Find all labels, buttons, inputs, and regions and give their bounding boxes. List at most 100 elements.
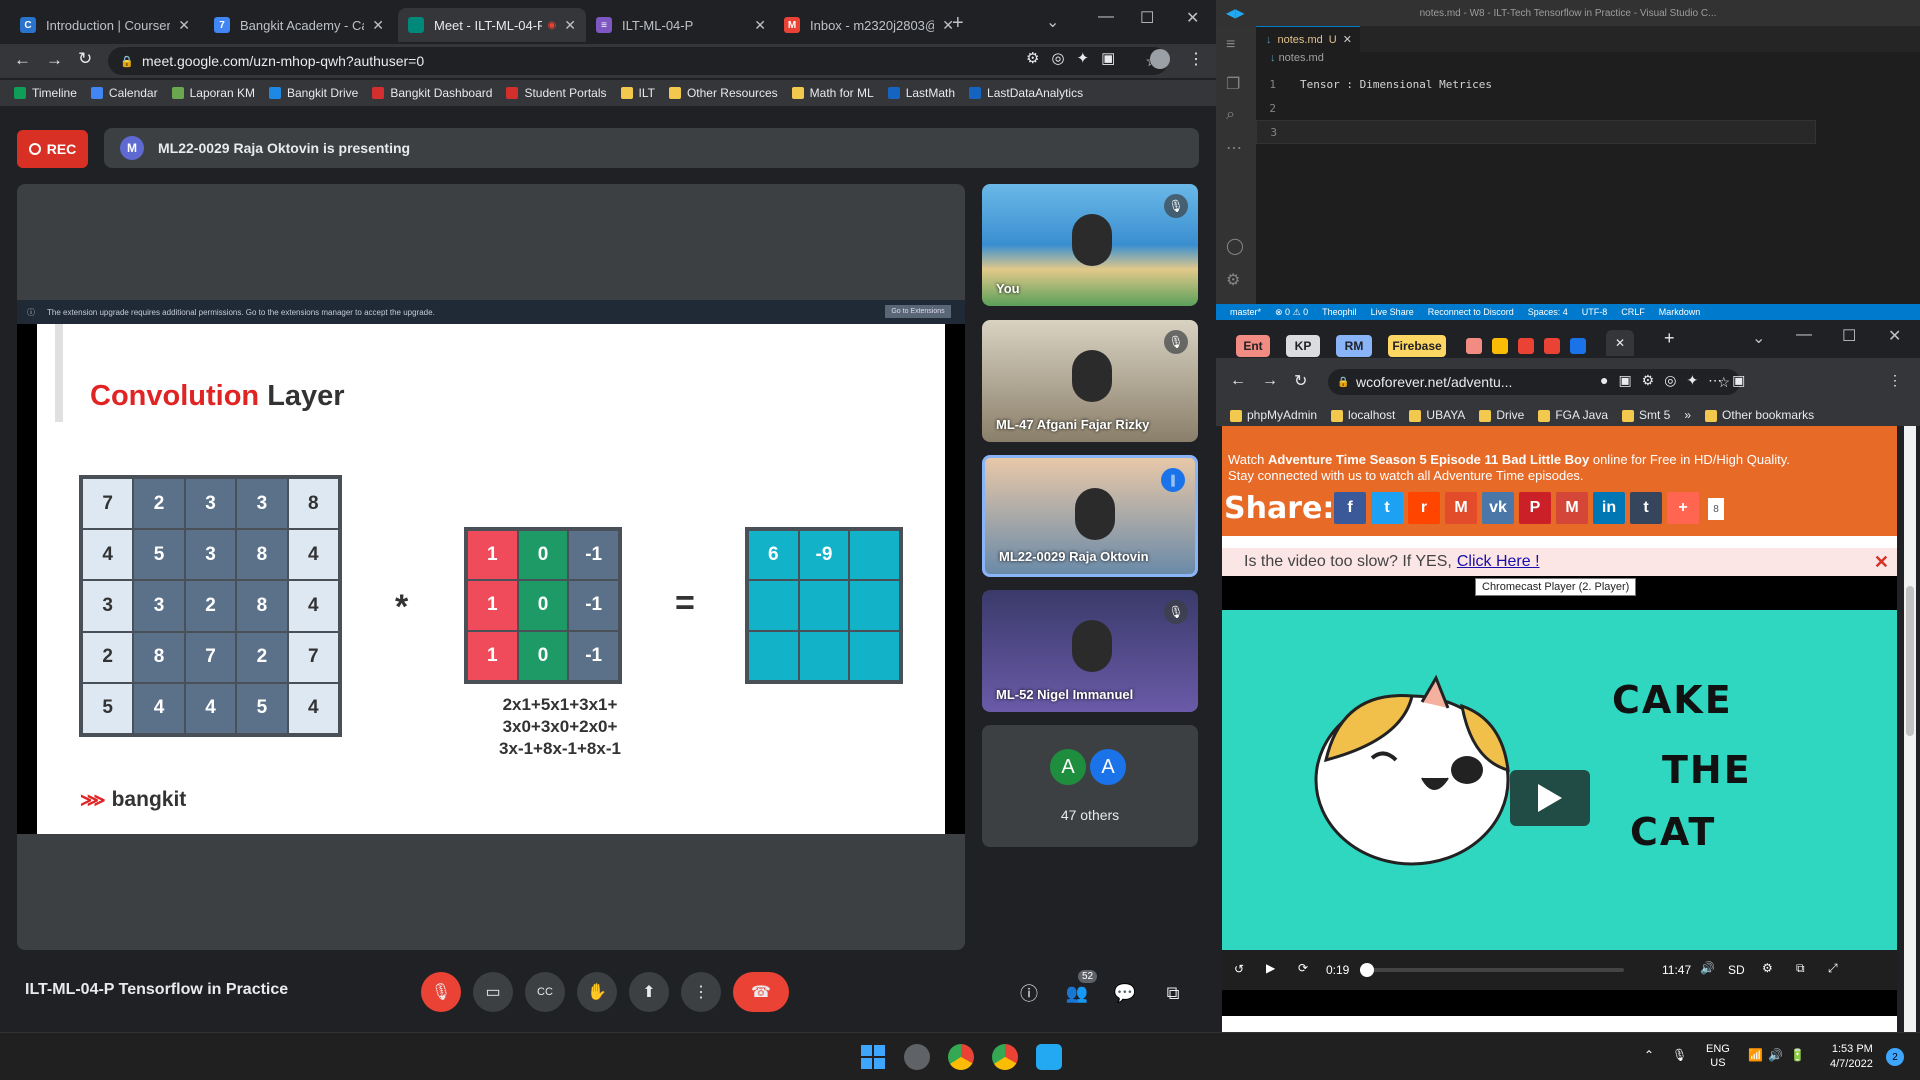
battery-icon[interactable]: 🔋 — [1790, 1048, 1805, 1062]
bookmark-item[interactable]: UBAYA — [1409, 408, 1465, 422]
back-icon[interactable]: ← — [1230, 372, 1246, 390]
reload-icon[interactable]: ↻ — [78, 49, 92, 69]
profile-avatar[interactable] — [1150, 49, 1170, 69]
status-item[interactable]: master* — [1230, 307, 1261, 317]
close-window-button[interactable]: ✕ — [1186, 8, 1199, 28]
bookmark-item[interactable]: Bangkit Drive — [268, 86, 358, 100]
close-tab-icon[interactable]: ✕ — [178, 17, 190, 34]
tab-favicon[interactable] — [1492, 338, 1508, 354]
quality-button[interactable]: SD — [1728, 963, 1745, 977]
tab-favicon[interactable] — [1544, 338, 1560, 354]
status-item[interactable]: Theophil — [1322, 307, 1357, 317]
settings-app-icon[interactable] — [904, 1044, 930, 1070]
browser-tab[interactable]: M Inbox - m2320j2803@ ✕ — [774, 8, 964, 42]
people-button[interactable]: 👥 52 — [1062, 970, 1098, 1008]
status-item[interactable]: Reconnect to Discord — [1428, 307, 1514, 317]
bookmark-item[interactable]: Laporan KM — [171, 86, 255, 100]
reload-icon[interactable]: ↻ — [1294, 371, 1307, 391]
video-frame[interactable]: CAKE THE CAT — [1222, 610, 1897, 950]
captions-button[interactable]: CC — [525, 972, 565, 1012]
menu-icon[interactable]: ≡ — [1226, 36, 1235, 54]
rewind-icon[interactable]: ↺ — [1234, 962, 1244, 976]
present-button[interactable]: ⬆ — [629, 972, 669, 1012]
mic-off-button[interactable]: 🎙 — [421, 972, 461, 1012]
address-bar[interactable]: 🔒 meet.google.com/uzn-mhop-qwh?authuser=… — [108, 47, 1168, 75]
go-to-extensions-button[interactable]: Go to Extensions — [885, 305, 951, 318]
tab-group-chip[interactable]: Firebase — [1388, 335, 1446, 357]
tab-favicon[interactable] — [1570, 338, 1586, 354]
menu-icon[interactable]: ⋮ — [1188, 49, 1204, 69]
close-tab-icon[interactable]: ✕ — [754, 17, 766, 34]
share-button[interactable]: r — [1408, 492, 1440, 524]
share-button[interactable]: t — [1630, 492, 1662, 524]
status-item[interactable]: CRLF — [1621, 307, 1645, 317]
meeting-details-button[interactable]: ⓘ — [1014, 978, 1044, 1008]
bookmark-item[interactable]: » — [1684, 408, 1691, 422]
loop-icon[interactable]: ⟳ — [1298, 961, 1308, 975]
tab-favicon[interactable] — [1518, 338, 1534, 354]
seek-handle[interactable] — [1360, 963, 1375, 977]
bookmark-item[interactable]: LastDataAnalytics — [969, 86, 1083, 100]
bookmark-item[interactable]: Other bookmarks — [1705, 408, 1814, 422]
chat-button[interactable]: 💬 — [1110, 978, 1140, 1008]
raise-hand-button[interactable]: ✋ — [577, 972, 617, 1012]
account-icon[interactable]: ◯ — [1226, 236, 1244, 256]
bookmark-item[interactable]: Timeline — [14, 86, 77, 100]
share-button[interactable]: f — [1334, 492, 1366, 524]
play-icon[interactable]: ▶ — [1266, 961, 1275, 975]
status-item[interactable]: ⊗ 0 ⚠ 0 — [1275, 307, 1308, 318]
start-icon[interactable] — [860, 1044, 886, 1070]
pip-icon[interactable]: ⧉ — [1796, 961, 1805, 976]
clock[interactable]: 1:53 PM 4/7/2022 — [1830, 1042, 1873, 1072]
code-line[interactable]: 2 — [1256, 96, 1816, 120]
bookmark-item[interactable]: Drive — [1479, 408, 1524, 422]
browser-tab[interactable]: 7 Bangkit Academy - Cal ✕ — [204, 8, 394, 42]
bookmark-item[interactable]: Other Resources — [668, 86, 778, 100]
camera-button[interactable]: ▭ — [473, 972, 513, 1012]
volume-icon[interactable]: 🔊 — [1700, 961, 1715, 975]
bookmark-item[interactable]: Calendar — [90, 86, 158, 100]
browser-tab[interactable]: C Introduction | Coursera ✕ — [10, 8, 200, 42]
share-button[interactable]: M — [1556, 492, 1588, 524]
bookmark-item[interactable]: Smt 5 — [1622, 408, 1670, 422]
new-tab-button[interactable]: + — [1664, 328, 1675, 349]
share-button[interactable]: vk — [1482, 492, 1514, 524]
minimize-button[interactable]: — — [1796, 326, 1812, 344]
bookmark-item[interactable]: Bangkit Dashboard — [372, 86, 492, 100]
status-item[interactable]: Live Share — [1371, 307, 1414, 317]
click-here-link[interactable]: Click Here ! — [1457, 553, 1540, 571]
settings-icon[interactable]: ⚙ — [1762, 961, 1773, 975]
menu-icon[interactable]: ⋮ — [1888, 372, 1902, 389]
bookmark-item[interactable]: Math for ML — [791, 86, 874, 100]
bookmark-item[interactable]: Student Portals — [506, 86, 607, 100]
others-tile[interactable]: A A 47 others — [982, 725, 1198, 847]
browser-tab[interactable]: ≡ ILT-ML-04-P ✕ — [586, 8, 776, 42]
new-tab-button[interactable]: + — [952, 12, 964, 35]
settings-icon[interactable]: ⚙ — [1226, 270, 1240, 290]
status-item[interactable]: Spaces: 4 — [1528, 307, 1568, 317]
forward-icon[interactable]: → — [1262, 372, 1278, 390]
code-line[interactable]: 1 Tensor : Dimensional Metrices — [1256, 72, 1816, 96]
tab-group-chip[interactable]: RM — [1336, 335, 1372, 357]
seek-bar[interactable] — [1360, 963, 1624, 977]
participant-tile[interactable]: ML-52 Nigel Immanuel 🎙 — [982, 590, 1198, 712]
search-icon[interactable]: ⌕ — [1226, 106, 1235, 124]
code-line[interactable]: 3 — [1256, 120, 1816, 144]
tray-chevron-icon[interactable]: ⌃ — [1644, 1048, 1654, 1062]
close-icon[interactable]: ✕ — [1874, 552, 1889, 573]
minimize-button[interactable]: — — [1098, 8, 1114, 26]
participant-tile[interactable]: You 🎙 — [982, 184, 1198, 306]
close-window-button[interactable]: ✕ — [1888, 326, 1901, 346]
tab-group-chip[interactable]: Ent — [1236, 335, 1270, 357]
close-tab-icon[interactable]: ✕ — [564, 17, 576, 34]
bookmark-item[interactable]: phpMyAdmin — [1230, 408, 1317, 422]
share-button[interactable]: M — [1445, 492, 1477, 524]
share-button[interactable]: + — [1667, 492, 1699, 524]
maximize-button[interactable]: ☐ — [1140, 8, 1154, 28]
tab-favicon[interactable] — [1466, 338, 1482, 354]
more-icon[interactable]: ⋯ — [1226, 138, 1242, 158]
bookmark-item[interactable]: ILT — [620, 86, 655, 100]
tab-search-icon[interactable]: ⌄ — [1752, 328, 1765, 348]
chrome-icon[interactable] — [992, 1044, 1018, 1070]
page-scrollbar[interactable] — [1904, 426, 1916, 1032]
